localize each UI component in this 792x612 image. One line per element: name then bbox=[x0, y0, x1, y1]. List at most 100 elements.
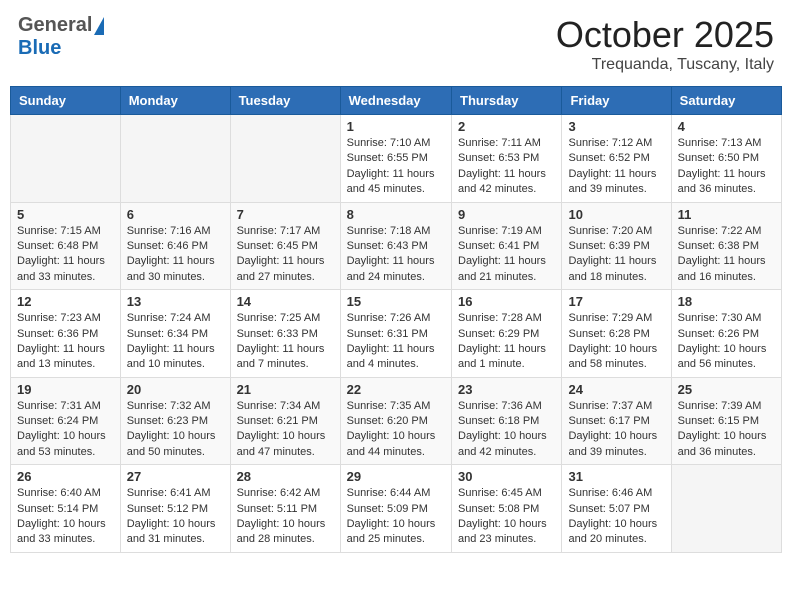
column-header-thursday: Thursday bbox=[452, 87, 562, 115]
column-header-wednesday: Wednesday bbox=[340, 87, 451, 115]
calendar-cell: 11Sunrise: 7:22 AM Sunset: 6:38 PM Dayli… bbox=[671, 202, 781, 290]
day-info: Sunrise: 6:45 AM Sunset: 5:08 PM Dayligh… bbox=[458, 486, 555, 548]
calendar-week-row: 1Sunrise: 7:10 AM Sunset: 6:55 PM Daylig… bbox=[11, 115, 782, 203]
title-section: October 2025 Trequanda, Tuscany, Italy bbox=[556, 14, 774, 74]
day-number: 17 bbox=[568, 294, 664, 309]
calendar-cell: 13 Sunrise: 7:24 AM Sunset: 6:34 PM Dayli… bbox=[120, 290, 230, 378]
day-number: 5 bbox=[17, 207, 114, 222]
day-number: 6 bbox=[127, 207, 224, 222]
day-number: 28 bbox=[237, 469, 334, 484]
calendar-week-row: 12 Sunrise: 7:23 AM Sunset: 6:36 PM Dayli… bbox=[11, 290, 782, 378]
calendar-cell: 24 Sunrise: 7:37 AM Sunset: 6:17 PM Dayli… bbox=[562, 377, 671, 465]
day-info: Sunrise: 7:17 AM Sunset: 6:45 PM Dayligh… bbox=[237, 224, 334, 286]
calendar-cell: 12 Sunrise: 7:23 AM Sunset: 6:36 PM Dayli… bbox=[11, 290, 121, 378]
day-number: 21 bbox=[237, 382, 334, 397]
day-info: Sunrise: 7:29 AM Sunset: 6:28 PM Dayligh… bbox=[568, 311, 664, 373]
day-number: 22 bbox=[347, 382, 445, 397]
day-number: 29 bbox=[347, 469, 445, 484]
day-info: Sunrise: 7:25 AM Sunset: 6:33 PM Dayligh… bbox=[237, 311, 334, 373]
calendar-cell: 10Sunrise: 7:20 AM Sunset: 6:39 PM Dayli… bbox=[562, 202, 671, 290]
calendar-cell: 14 Sunrise: 7:25 AM Sunset: 6:33 PM Dayli… bbox=[230, 290, 340, 378]
day-number: 7 bbox=[237, 207, 334, 222]
day-info: Sunrise: 6:44 AM Sunset: 5:09 PM Dayligh… bbox=[347, 486, 445, 548]
day-info: Sunrise: 7:16 AM Sunset: 6:46 PM Dayligh… bbox=[127, 224, 224, 286]
calendar-cell bbox=[671, 465, 781, 553]
calendar-cell: 17 Sunrise: 7:29 AM Sunset: 6:28 PM Dayli… bbox=[562, 290, 671, 378]
calendar-cell: 23 Sunrise: 7:36 AM Sunset: 6:18 PM Dayli… bbox=[452, 377, 562, 465]
day-number: 20 bbox=[127, 382, 224, 397]
column-header-sunday: Sunday bbox=[11, 87, 121, 115]
calendar-week-row: 5 Sunrise: 7:15 AM Sunset: 6:48 PM Daylig… bbox=[11, 202, 782, 290]
day-number: 10 bbox=[568, 207, 664, 222]
calendar-cell bbox=[230, 115, 340, 203]
day-info: Sunrise: 7:10 AM Sunset: 6:55 PM Dayligh… bbox=[347, 136, 445, 198]
calendar-cell: 15 Sunrise: 7:26 AM Sunset: 6:31 PM Dayli… bbox=[340, 290, 451, 378]
column-header-saturday: Saturday bbox=[671, 87, 781, 115]
calendar-cell: 3Sunrise: 7:12 AM Sunset: 6:52 PM Daylig… bbox=[562, 115, 671, 203]
day-info: Sunrise: 7:35 AM Sunset: 6:20 PM Dayligh… bbox=[347, 399, 445, 461]
day-info: Sunrise: 7:19 AM Sunset: 6:41 PM Dayligh… bbox=[458, 224, 555, 286]
day-number: 13 bbox=[127, 294, 224, 309]
calendar-cell: 19Sunrise: 7:31 AM Sunset: 6:24 PM Dayli… bbox=[11, 377, 121, 465]
day-number: 27 bbox=[127, 469, 224, 484]
calendar-cell: 29 Sunrise: 6:44 AM Sunset: 5:09 PM Dayli… bbox=[340, 465, 451, 553]
day-info: Sunrise: 7:23 AM Sunset: 6:36 PM Dayligh… bbox=[17, 311, 114, 373]
calendar-cell: 25Sunrise: 7:39 AM Sunset: 6:15 PM Dayli… bbox=[671, 377, 781, 465]
day-info: Sunrise: 6:46 AM Sunset: 5:07 PM Dayligh… bbox=[568, 486, 664, 548]
day-info: Sunrise: 7:36 AM Sunset: 6:18 PM Dayligh… bbox=[458, 399, 555, 461]
logo: General Blue bbox=[18, 14, 106, 60]
calendar-week-row: 19Sunrise: 7:31 AM Sunset: 6:24 PM Dayli… bbox=[11, 377, 782, 465]
page-header: General Blue October 2025 Trequanda, Tus… bbox=[10, 10, 782, 78]
day-number: 12 bbox=[17, 294, 114, 309]
day-info: Sunrise: 7:28 AM Sunset: 6:29 PM Dayligh… bbox=[458, 311, 555, 373]
calendar-cell bbox=[11, 115, 121, 203]
calendar-cell: 6 Sunrise: 7:16 AM Sunset: 6:46 PM Daylig… bbox=[120, 202, 230, 290]
day-info: Sunrise: 7:26 AM Sunset: 6:31 PM Dayligh… bbox=[347, 311, 445, 373]
day-info: Sunrise: 6:42 AM Sunset: 5:11 PM Dayligh… bbox=[237, 486, 334, 548]
calendar-cell: 27 Sunrise: 6:41 AM Sunset: 5:12 PM Dayli… bbox=[120, 465, 230, 553]
calendar-cell: 28 Sunrise: 6:42 AM Sunset: 5:11 PM Dayli… bbox=[230, 465, 340, 553]
calendar-cell: 31Sunrise: 6:46 AM Sunset: 5:07 PM Dayli… bbox=[562, 465, 671, 553]
calendar-cell: 26Sunrise: 6:40 AM Sunset: 5:14 PM Dayli… bbox=[11, 465, 121, 553]
day-info: Sunrise: 6:41 AM Sunset: 5:12 PM Dayligh… bbox=[127, 486, 224, 548]
column-header-monday: Monday bbox=[120, 87, 230, 115]
logo-triangle-icon bbox=[94, 17, 104, 35]
location: Trequanda, Tuscany, Italy bbox=[556, 56, 774, 74]
day-number: 15 bbox=[347, 294, 445, 309]
column-header-tuesday: Tuesday bbox=[230, 87, 340, 115]
day-number: 14 bbox=[237, 294, 334, 309]
day-number: 26 bbox=[17, 469, 114, 484]
day-number: 2 bbox=[458, 119, 555, 134]
logo-general: General bbox=[18, 14, 92, 37]
day-info: Sunrise: 7:24 AM Sunset: 6:34 PM Dayligh… bbox=[127, 311, 224, 373]
day-info: Sunrise: 7:37 AM Sunset: 6:17 PM Dayligh… bbox=[568, 399, 664, 461]
calendar-cell: 1Sunrise: 7:10 AM Sunset: 6:55 PM Daylig… bbox=[340, 115, 451, 203]
calendar-cell: 9 Sunrise: 7:19 AM Sunset: 6:41 PM Daylig… bbox=[452, 202, 562, 290]
calendar-week-row: 26Sunrise: 6:40 AM Sunset: 5:14 PM Dayli… bbox=[11, 465, 782, 553]
day-info: Sunrise: 7:32 AM Sunset: 6:23 PM Dayligh… bbox=[127, 399, 224, 461]
day-number: 16 bbox=[458, 294, 555, 309]
day-info: Sunrise: 7:34 AM Sunset: 6:21 PM Dayligh… bbox=[237, 399, 334, 461]
day-info: Sunrise: 7:15 AM Sunset: 6:48 PM Dayligh… bbox=[17, 224, 114, 286]
day-info: Sunrise: 7:30 AM Sunset: 6:26 PM Dayligh… bbox=[678, 311, 775, 373]
calendar-cell bbox=[120, 115, 230, 203]
calendar-table: SundayMondayTuesdayWednesdayThursdayFrid… bbox=[10, 86, 782, 553]
calendar-cell: 5 Sunrise: 7:15 AM Sunset: 6:48 PM Daylig… bbox=[11, 202, 121, 290]
day-number: 24 bbox=[568, 382, 664, 397]
calendar-cell: 4Sunrise: 7:13 AM Sunset: 6:50 PM Daylig… bbox=[671, 115, 781, 203]
calendar-cell: 2Sunrise: 7:11 AM Sunset: 6:53 PM Daylig… bbox=[452, 115, 562, 203]
day-number: 9 bbox=[458, 207, 555, 222]
calendar-cell: 16 Sunrise: 7:28 AM Sunset: 6:29 PM Dayli… bbox=[452, 290, 562, 378]
calendar-cell: 8Sunrise: 7:18 AM Sunset: 6:43 PM Daylig… bbox=[340, 202, 451, 290]
calendar-cell: 7 Sunrise: 7:17 AM Sunset: 6:45 PM Daylig… bbox=[230, 202, 340, 290]
day-number: 25 bbox=[678, 382, 775, 397]
day-number: 18 bbox=[678, 294, 775, 309]
day-info: Sunrise: 7:12 AM Sunset: 6:52 PM Dayligh… bbox=[568, 136, 664, 198]
column-header-friday: Friday bbox=[562, 87, 671, 115]
calendar-cell: 22 Sunrise: 7:35 AM Sunset: 6:20 PM Dayli… bbox=[340, 377, 451, 465]
calendar-cell: 30Sunrise: 6:45 AM Sunset: 5:08 PM Dayli… bbox=[452, 465, 562, 553]
day-number: 23 bbox=[458, 382, 555, 397]
calendar-header-row: SundayMondayTuesdayWednesdayThursdayFrid… bbox=[11, 87, 782, 115]
day-info: Sunrise: 7:22 AM Sunset: 6:38 PM Dayligh… bbox=[678, 224, 775, 286]
day-number: 4 bbox=[678, 119, 775, 134]
